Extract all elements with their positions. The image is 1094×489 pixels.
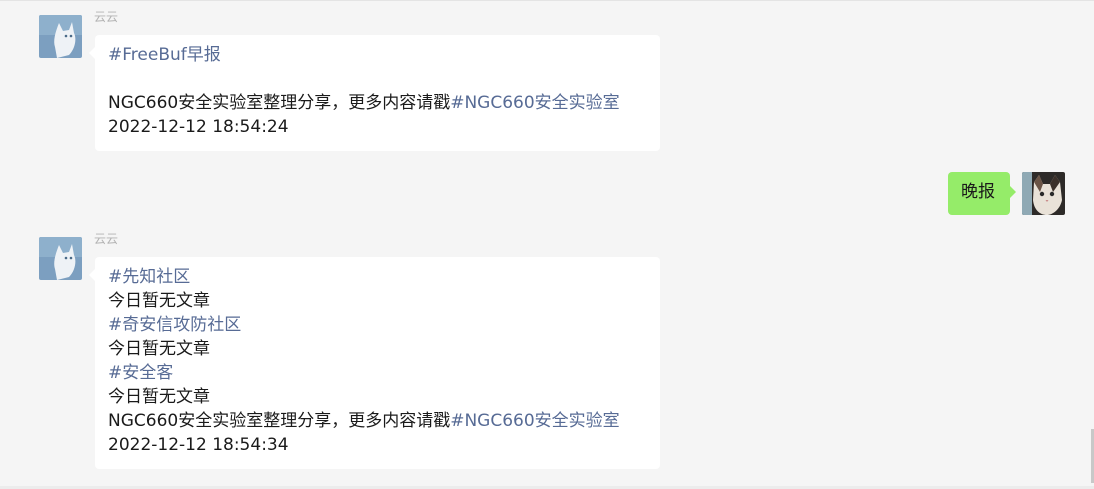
message-line [108, 67, 647, 91]
message-line: 2022-12-12 18:54:34 [108, 433, 647, 457]
contact-avatar[interactable] [39, 15, 82, 58]
message-bubble-outgoing[interactable]: 晚报 [948, 172, 1016, 215]
chat-window: 云云 #FreeBuf早报 NGC660安全实验室整理分享，更多内容请戳#NGC6… [0, 0, 1094, 489]
message-text: 2022-12-12 18:54:24 [108, 117, 289, 137]
message-line: #先知社区 [108, 265, 647, 289]
message-line: #FreeBuf早报 [108, 43, 647, 67]
hashtag-link[interactable]: #安全客 [108, 363, 173, 383]
message-text: 2022-12-12 18:54:34 [108, 435, 289, 455]
contact-avatar[interactable] [39, 237, 82, 280]
message-text: 今日暂无文章 [108, 339, 210, 359]
message-text: NGC660安全实验室整理分享，更多内容请戳 [108, 93, 451, 113]
message-line: 今日暂无文章 [108, 289, 647, 313]
hashtag-link[interactable]: #先知社区 [108, 267, 190, 287]
hashtag-link[interactable]: #奇安信攻防社区 [108, 315, 241, 335]
message-text: 今日暂无文章 [108, 387, 210, 407]
sender-name: 云云 [94, 232, 119, 246]
white-cat-avatar-icon [39, 15, 82, 58]
hashtag-link[interactable]: #NGC660安全实验室 [450, 411, 619, 431]
message-line: #奇安信攻防社区 [108, 313, 647, 337]
white-cat-avatar-icon [39, 237, 82, 280]
message-bubble-incoming[interactable]: #先知社区 今日暂无文章 #奇安信攻防社区 今日暂无文章 #安全客 今日暂无文章 NGC66… [89, 257, 660, 469]
message-line: 今日暂无文章 [108, 337, 647, 361]
message-line: 2022-12-12 18:54:24 [108, 115, 647, 139]
message-line: NGC660安全实验室整理分享，更多内容请戳#NGC660安全实验室 [108, 91, 647, 115]
hashtag-link[interactable]: #FreeBuf早报 [108, 45, 221, 65]
sender-name: 云云 [94, 10, 119, 24]
message-text: 晚报 [961, 182, 995, 202]
message-line: 今日暂无文章 [108, 385, 647, 409]
hashtag-link[interactable]: #NGC660安全实验室 [450, 93, 619, 113]
kitten-avatar-icon [1022, 172, 1065, 215]
message-line: NGC660安全实验室整理分享，更多内容请戳#NGC660安全实验室 [108, 409, 647, 433]
message-line: #安全客 [108, 361, 647, 385]
message-bubble-incoming[interactable]: #FreeBuf早报 NGC660安全实验室整理分享，更多内容请戳#NGC660安… [89, 35, 660, 151]
message-text: NGC660安全实验室整理分享，更多内容请戳 [108, 411, 451, 431]
self-avatar[interactable] [1022, 172, 1065, 215]
message-text: 今日暂无文章 [108, 291, 210, 311]
